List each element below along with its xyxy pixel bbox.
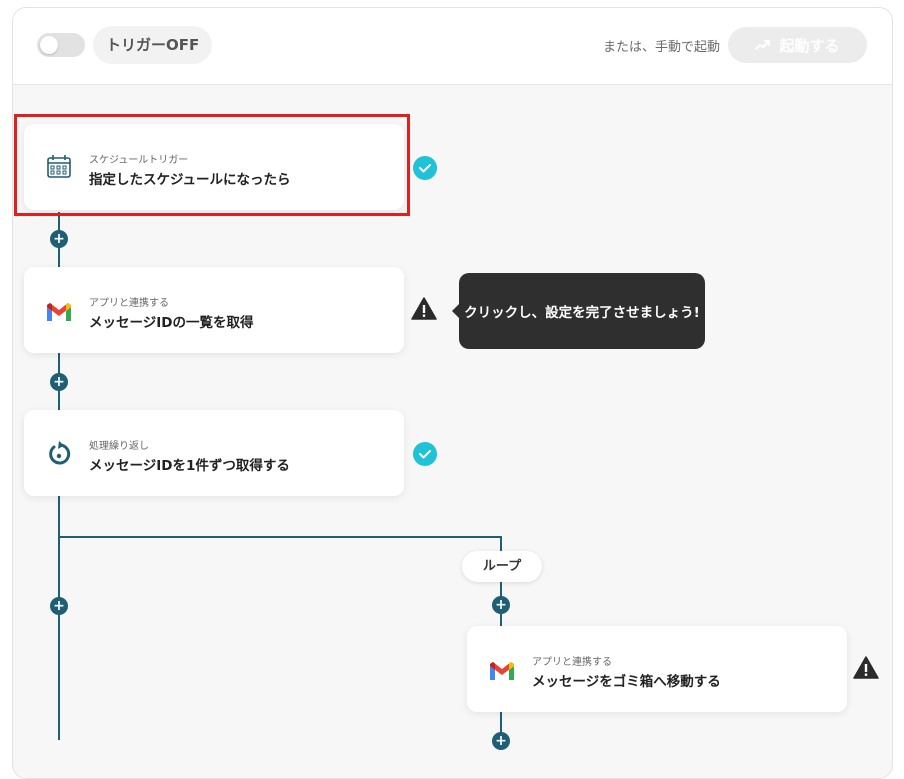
flow-header: トリガーOFF または、手動で起動 起動する bbox=[13, 8, 892, 85]
add-loop-step-button[interactable]: + bbox=[492, 732, 510, 750]
trigger-status-label: トリガーOFF bbox=[93, 26, 213, 64]
trigger-toggle[interactable] bbox=[37, 33, 85, 57]
branch-line bbox=[58, 536, 502, 538]
add-loop-step-button[interactable]: + bbox=[492, 596, 510, 614]
step-title: メッセージIDを1件ずつ取得する bbox=[89, 458, 290, 474]
step-category: 処理繰り返し bbox=[89, 441, 149, 452]
step-title: メッセージをゴミ箱へ移動する bbox=[532, 674, 721, 690]
toggle-knob bbox=[40, 36, 58, 54]
start-button-label: 起動する bbox=[779, 36, 840, 55]
warning-icon bbox=[853, 656, 879, 679]
setup-tooltip: クリックし、設定を完了させましょう! bbox=[452, 273, 705, 349]
step-card-trash-message[interactable]: アプリと連携する メッセージをゴミ箱へ移動する bbox=[467, 626, 847, 712]
gmail-icon bbox=[47, 303, 71, 321]
trend-arrow-icon bbox=[755, 40, 771, 50]
gmail-icon bbox=[490, 662, 514, 680]
warning-icon bbox=[411, 297, 437, 320]
add-step-button[interactable]: + bbox=[50, 230, 68, 248]
loop-label: ループ bbox=[462, 551, 542, 582]
add-step-button[interactable]: + bbox=[50, 373, 68, 391]
loop-icon bbox=[49, 441, 71, 465]
step-category: アプリと連携する bbox=[532, 657, 612, 668]
add-step-button[interactable]: + bbox=[50, 597, 68, 615]
step-card-loop[interactable]: 処理繰り返し メッセージIDを1件ずつ取得する bbox=[24, 410, 404, 496]
manual-start-text: または、手動で起動 bbox=[602, 40, 720, 55]
start-button[interactable]: 起動する bbox=[728, 27, 867, 63]
step-title: メッセージIDの一覧を取得 bbox=[89, 315, 254, 331]
highlight-frame bbox=[14, 114, 410, 216]
tooltip-text: クリックし、設定を完了させましょう! bbox=[464, 305, 700, 321]
step-card-get-message-ids[interactable]: アプリと連携する メッセージIDの一覧を取得 bbox=[24, 267, 404, 353]
check-icon bbox=[413, 442, 437, 466]
check-icon bbox=[413, 156, 437, 180]
step-category: アプリと連携する bbox=[89, 298, 169, 309]
